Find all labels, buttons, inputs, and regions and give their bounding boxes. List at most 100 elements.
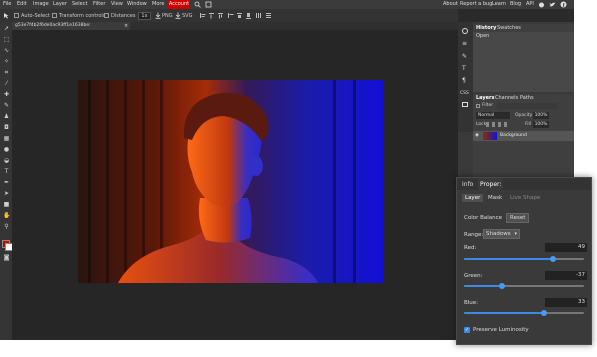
red-value-input[interactable]: 49 [545, 243, 587, 252]
tab-paths[interactable]: Paths [520, 95, 534, 101]
pen-tool-icon[interactable]: ✒ [3, 179, 10, 186]
link-learn[interactable]: Learn [492, 1, 506, 7]
portrait-illustration [88, 80, 356, 283]
blur-tool-icon[interactable]: ● [3, 146, 10, 153]
chevron-down-icon: ▾ [514, 231, 517, 237]
link-report-bug[interactable]: Report a bug [460, 1, 492, 7]
subtab-mask[interactable]: Mask [488, 195, 502, 201]
menu-window[interactable]: Window [127, 1, 147, 7]
layer-row[interactable]: ◉ Background [473, 131, 574, 141]
lock-icons[interactable] [486, 122, 510, 127]
brush-tool-icon[interactable]: ✎ [3, 102, 10, 109]
export-svg-button[interactable]: SVG [182, 13, 192, 19]
menu-bar: File Edit Image Layer Select Filter View… [0, 0, 574, 9]
tab-properties[interactable]: Proper: [478, 178, 504, 190]
menu-filter[interactable]: Filter [93, 1, 105, 7]
path-select-icon[interactable]: ➤ [3, 190, 10, 197]
menu-edit[interactable]: Edit [17, 1, 27, 7]
crop-tool-icon[interactable]: ⌗ [3, 69, 10, 76]
menu-select[interactable]: Select [72, 1, 87, 7]
green-value-input[interactable]: -37 [545, 271, 587, 280]
history-item-open[interactable]: Open [476, 33, 489, 39]
clone-stamp-icon[interactable]: ♟ [3, 113, 10, 120]
character-icon[interactable]: T [462, 65, 466, 72]
filter-options[interactable] [497, 103, 557, 109]
visibility-eye-icon[interactable]: ◉ [475, 133, 479, 138]
layer-name[interactable]: Background [500, 133, 527, 138]
gradient-tool-icon[interactable]: ▦ [3, 135, 10, 142]
facebook-icon[interactable] [560, 1, 567, 8]
blue-slider-fill [464, 312, 544, 314]
twitter-icon[interactable] [549, 1, 556, 8]
fullscreen-icon[interactable] [205, 1, 212, 8]
properties-icon[interactable]: ≡ [462, 40, 467, 47]
marquee-tool-icon[interactable]: ⬚ [3, 36, 10, 43]
menu-image[interactable]: Image [33, 1, 49, 7]
link-about[interactable]: About [443, 1, 458, 7]
healing-brush-icon[interactable]: ✚ [3, 91, 10, 98]
rectangle-tool-icon[interactable]: ■ [3, 201, 10, 208]
distances-label: Distances [111, 12, 136, 19]
subtab-live-shape[interactable]: Live Shape [510, 195, 540, 201]
red-slider[interactable] [464, 255, 584, 263]
distances-checkbox[interactable] [104, 13, 109, 18]
lasso-tool-icon[interactable]: ∿ [3, 47, 10, 54]
transform-controls-checkbox[interactable] [52, 13, 57, 18]
green-slider[interactable] [464, 282, 584, 290]
tab-layers[interactable]: Layers [476, 95, 495, 101]
tab-channels[interactable]: Channels [495, 95, 518, 101]
blue-value-input[interactable]: 33 [545, 298, 587, 307]
tab-history[interactable]: History [476, 25, 496, 31]
brush-settings-icon[interactable]: ✎ [462, 53, 467, 60]
link-blog[interactable]: Blog [510, 1, 521, 7]
reddit-icon[interactable] [538, 1, 545, 8]
menu-view[interactable]: View [111, 1, 123, 7]
paragraph-icon[interactable]: ¶ [462, 77, 466, 84]
css-button[interactable]: CSS [460, 91, 469, 96]
opacity-input[interactable]: 100% [533, 112, 549, 119]
eyedropper-icon[interactable]: ⁄ [3, 80, 10, 87]
info-icon[interactable] [462, 28, 468, 34]
blue-slider-thumb[interactable] [541, 310, 547, 316]
close-tab-icon[interactable]: × [124, 23, 128, 29]
move-tool-icon [4, 13, 9, 19]
fill-label: Fill [525, 122, 532, 127]
options-bar: Auto-Select Transform controls Distances… [0, 9, 458, 22]
search-icon[interactable] [194, 1, 201, 8]
image-icon[interactable] [462, 102, 468, 107]
canvas-image[interactable] [78, 80, 383, 283]
document-tab[interactable]: g53e7f4b2f6de0ac93ff1e1638be: × [12, 22, 130, 30]
blue-slider[interactable] [464, 309, 584, 317]
menu-file[interactable]: File [3, 1, 11, 7]
tab-info[interactable]: Info [462, 181, 473, 188]
dodge-tool-icon[interactable]: ◒ [3, 157, 10, 164]
align-icons[interactable] [200, 12, 280, 19]
menu-more[interactable]: More [152, 1, 164, 7]
subtab-layer[interactable]: Layer [462, 194, 484, 202]
green-slider-thumb[interactable] [499, 283, 505, 289]
red-slider-thumb[interactable] [550, 256, 556, 262]
menu-layer[interactable]: Layer [53, 1, 67, 7]
preserve-luminosity-checkbox[interactable]: ✓ [464, 327, 470, 333]
adjustment-title: Color Balance [464, 215, 503, 221]
export-png-button[interactable]: PNG [162, 13, 173, 19]
move-tool-icon[interactable]: ➚ [3, 25, 10, 32]
zoom-select[interactable]: 1x [138, 11, 151, 20]
auto-select-checkbox[interactable] [14, 13, 19, 18]
blend-mode-select[interactable]: Normal [476, 112, 510, 119]
type-tool-icon[interactable]: T [3, 168, 10, 175]
hand-tool-icon[interactable]: ✋ [3, 212, 10, 219]
account-button[interactable]: Account [168, 0, 190, 9]
filter-checkbox[interactable] [476, 104, 480, 108]
quick-mask-icon[interactable]: ◙ [3, 254, 10, 261]
magic-wand-icon[interactable]: ✧ [3, 58, 10, 65]
link-api[interactable]: API [526, 1, 534, 7]
reset-button[interactable]: Reset [506, 213, 530, 223]
tab-swatches[interactable]: Swatches [497, 25, 521, 31]
eraser-tool-icon[interactable]: ◘ [3, 124, 10, 131]
transform-controls-label: Transform controls [59, 12, 106, 19]
range-select[interactable]: Shadows ▾ [483, 229, 520, 239]
red-label: Red: [464, 245, 477, 251]
fill-input[interactable]: 100% [533, 121, 549, 128]
zoom-tool-icon[interactable]: ⚲ [3, 223, 10, 230]
